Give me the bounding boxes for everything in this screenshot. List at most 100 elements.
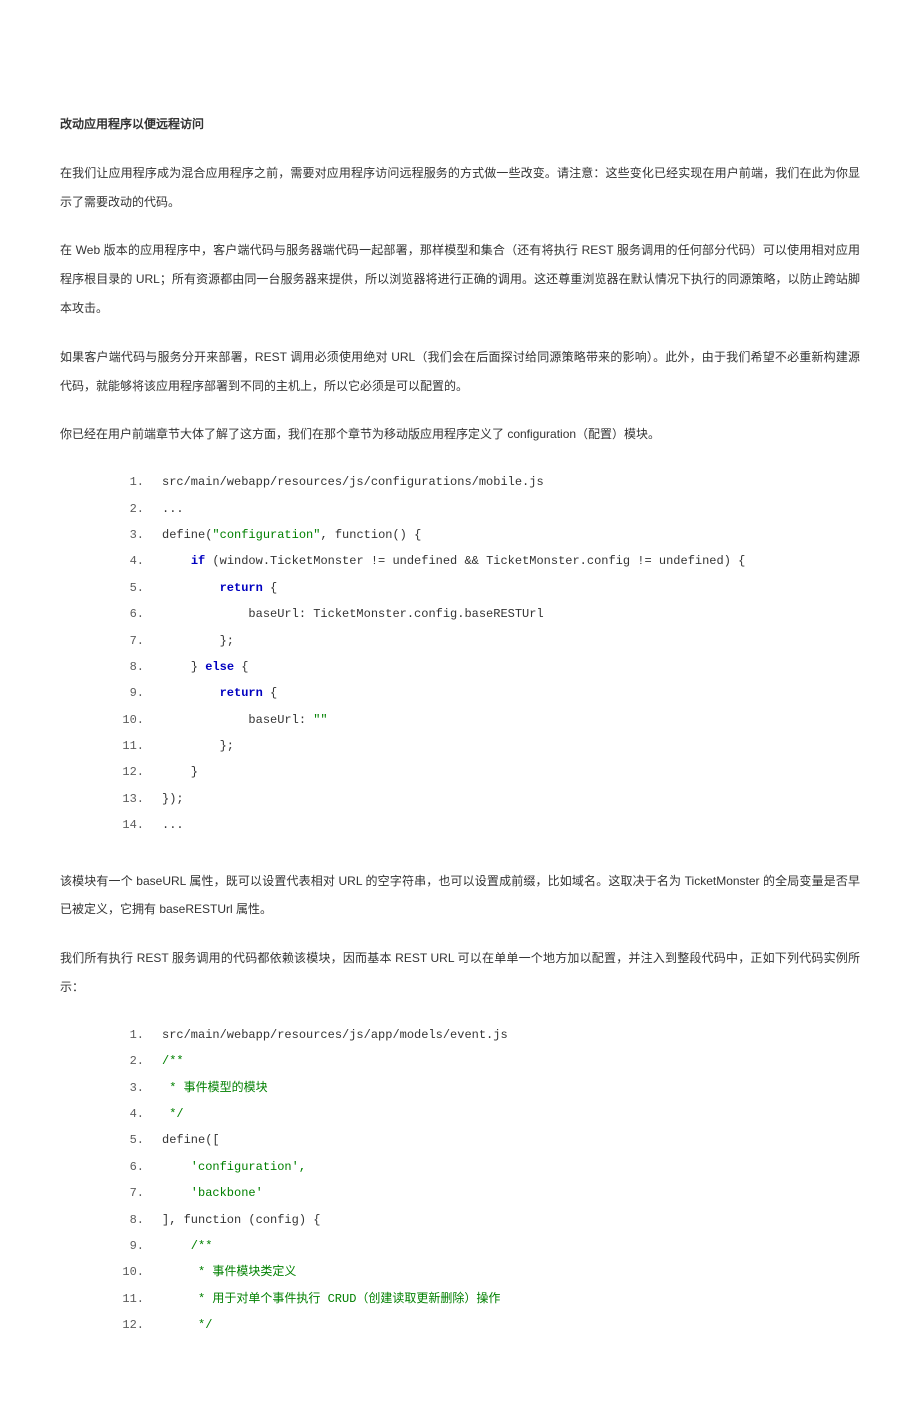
code-text: define([ — [162, 1127, 220, 1153]
code-text: return { — [162, 680, 277, 706]
code-comment: * 事件模块类定义 — [162, 1259, 296, 1285]
code-string: 'configuration', — [162, 1154, 306, 1180]
code-text: ... — [162, 812, 184, 838]
paragraph-5: 该模块有一个 baseURL 属性，既可以设置代表相对 URL 的空字符串，也可… — [60, 867, 860, 925]
code-seg: { — [234, 660, 248, 674]
code-line: 14.... — [110, 812, 860, 838]
code-seg: { — [263, 686, 277, 700]
code-block-2: 1. src/main/webapp/resources/js/app/model… — [110, 1022, 860, 1339]
code-line: 13.}); — [110, 786, 860, 812]
code-seg: baseUrl: — [162, 713, 313, 727]
code-text: baseUrl: "" — [162, 707, 328, 733]
code-block-1: 1.src/main/webapp/resources/js/configura… — [110, 469, 860, 838]
code-line: 1. src/main/webapp/resources/js/app/model… — [110, 1022, 860, 1048]
paragraph-1: 在我们让应用程序成为混合应用程序之前，需要对应用程序访问远程服务的方式做一些改变… — [60, 159, 860, 217]
code-text: ... — [162, 496, 184, 522]
code-comment: /** — [162, 1233, 212, 1259]
code-line: 2.... — [110, 496, 860, 522]
code-seg — [162, 581, 220, 595]
code-line: 9. return { — [110, 680, 860, 706]
code-string: "" — [313, 713, 327, 727]
code-line: 7. }; — [110, 628, 860, 654]
line-number: 11. — [110, 733, 144, 759]
code-string: 'backbone' — [162, 1180, 263, 1206]
section-heading: 改动应用程序以便远程访问 — [60, 110, 860, 139]
line-number: 13. — [110, 786, 144, 812]
code-keyword: return — [220, 686, 263, 700]
code-line: 11. * 用于对单个事件执行 CRUD（创建读取更新删除）操作 — [110, 1286, 860, 1312]
code-text: } — [162, 759, 198, 785]
code-line: 1.src/main/webapp/resources/js/configura… — [110, 469, 860, 495]
code-comment: */ — [162, 1101, 184, 1127]
code-text: ], function (config) { — [162, 1207, 320, 1233]
code-seg: , function() { — [320, 528, 421, 542]
line-number: 10. — [110, 707, 144, 733]
code-line: 8. } else { — [110, 654, 860, 680]
line-number: 1. — [110, 469, 144, 495]
code-line: 11. }; — [110, 733, 860, 759]
code-line: 10. baseUrl: "" — [110, 707, 860, 733]
line-number: 2. — [110, 1048, 144, 1074]
code-text: if (window.TicketMonster != undefined &&… — [162, 548, 745, 574]
code-line: 10. * 事件模块类定义 — [110, 1259, 860, 1285]
code-line: 8. ], function (config) { — [110, 1207, 860, 1233]
code-comment: * 事件模型的模块 — [162, 1075, 268, 1101]
line-number: 7. — [110, 1180, 144, 1206]
code-line: 5. define([ — [110, 1127, 860, 1153]
line-number: 14. — [110, 812, 144, 838]
code-string: "configuration" — [212, 528, 320, 542]
code-text: define("configuration", function() { — [162, 522, 421, 548]
code-keyword: if — [191, 554, 205, 568]
code-text: return { — [162, 575, 277, 601]
line-number: 12. — [110, 759, 144, 785]
code-text: src/main/webapp/resources/js/app/models/… — [162, 1022, 508, 1048]
code-seg: { — [263, 581, 277, 595]
code-comment: /** — [162, 1048, 184, 1074]
code-line: 7. 'backbone' — [110, 1180, 860, 1206]
code-seg: } — [162, 660, 205, 674]
line-number: 3. — [110, 1075, 144, 1101]
line-number: 1. — [110, 1022, 144, 1048]
line-number: 6. — [110, 601, 144, 627]
document-page: 改动应用程序以便远程访问 在我们让应用程序成为混合应用程序之前，需要对应用程序访… — [0, 0, 920, 1427]
code-line: 5. return { — [110, 575, 860, 601]
paragraph-4: 你已经在用户前端章节大体了解了这方面，我们在那个章节为移动版应用程序定义了 co… — [60, 420, 860, 449]
code-keyword: else — [205, 660, 234, 674]
line-number: 8. — [110, 654, 144, 680]
code-line: 6. baseUrl: TicketMonster.config.baseRES… — [110, 601, 860, 627]
line-number: 8. — [110, 1207, 144, 1233]
line-number: 3. — [110, 522, 144, 548]
code-line: 12. } — [110, 759, 860, 785]
code-line: 4. if (window.TicketMonster != undefined… — [110, 548, 860, 574]
line-number: 6. — [110, 1154, 144, 1180]
line-number: 9. — [110, 1233, 144, 1259]
code-comment: * 用于对单个事件执行 CRUD（创建读取更新删除）操作 — [162, 1286, 500, 1312]
code-text: } else { — [162, 654, 248, 680]
line-number: 9. — [110, 680, 144, 706]
paragraph-6: 我们所有执行 REST 服务调用的代码都依赖该模块，因而基本 REST URL … — [60, 944, 860, 1002]
code-seg: (window.TicketMonster != undefined && Ti… — [205, 554, 745, 568]
code-comment: */ — [162, 1312, 212, 1338]
line-number: 5. — [110, 1127, 144, 1153]
code-line: 6. 'configuration', — [110, 1154, 860, 1180]
code-line: 2. /** — [110, 1048, 860, 1074]
code-text: baseUrl: TicketMonster.config.baseRESTUr… — [162, 601, 544, 627]
line-number: 11. — [110, 1286, 144, 1312]
line-number: 12. — [110, 1312, 144, 1338]
line-number: 7. — [110, 628, 144, 654]
code-line: 12. */ — [110, 1312, 860, 1338]
code-seg: define( — [162, 528, 212, 542]
code-keyword: return — [220, 581, 263, 595]
paragraph-3: 如果客户端代码与服务分开来部署，REST 调用必须使用绝对 URL（我们会在后面… — [60, 343, 860, 401]
line-number: 4. — [110, 1101, 144, 1127]
code-text: }; — [162, 733, 234, 759]
line-number: 10. — [110, 1259, 144, 1285]
line-number: 5. — [110, 575, 144, 601]
code-text: }); — [162, 786, 184, 812]
code-line: 3. define("configuration", function() { — [110, 522, 860, 548]
code-text: }; — [162, 628, 234, 654]
line-number: 2. — [110, 496, 144, 522]
code-line: 3. * 事件模型的模块 — [110, 1075, 860, 1101]
code-seg — [162, 554, 191, 568]
code-line: 9. /** — [110, 1233, 860, 1259]
